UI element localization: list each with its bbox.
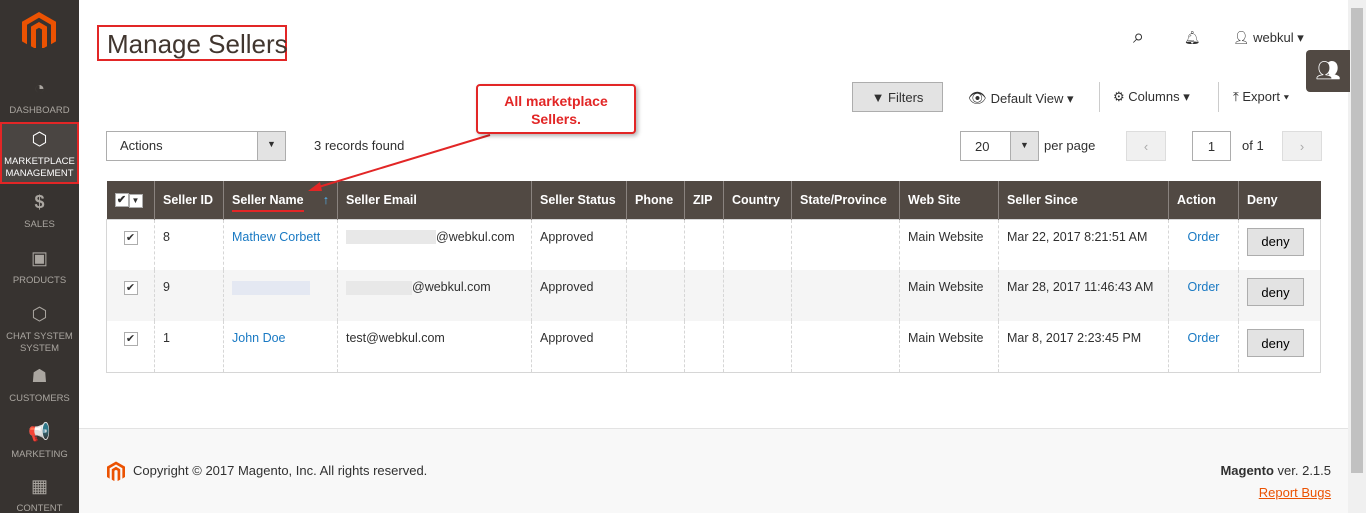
layout-icon: ▦ — [30, 476, 48, 496]
row-checkbox[interactable]: ✔ — [123, 281, 138, 295]
seller-id: 9 — [154, 270, 224, 321]
funnel-icon: ▼ — [871, 89, 889, 105]
seller-since: Mar 22, 2017 8:21:51 AM — [998, 219, 1169, 270]
gear-icon: ⚙ — [1113, 89, 1125, 104]
view-dropdown[interactable]: 👁︎ Default View ▾ — [968, 89, 1074, 107]
col-action: Action — [1168, 181, 1239, 219]
filters-button[interactable]: ▼ Filters — [852, 82, 943, 112]
table-row: ✔ 9 @webkul.com Approved Main Website Ma… — [106, 270, 1321, 321]
seller-status: Approved — [531, 219, 627, 270]
col-seller-status[interactable]: Seller Status — [531, 181, 627, 219]
website: Main Website — [899, 270, 999, 321]
deny-button[interactable]: deny — [1247, 227, 1304, 256]
box-icon: ▣ — [30, 248, 48, 268]
bell-icon[interactable]: 🔔︎ — [1184, 30, 1201, 46]
page-input[interactable]: 1 — [1192, 131, 1231, 161]
nav-marketplace-management[interactable]: ⬡ MARKETPLACE MANAGEMENT — [0, 122, 79, 184]
divider — [1218, 82, 1219, 112]
sellers-table: ✔ ▼ Seller ID Seller Name ↑ Seller Email S… — [106, 181, 1321, 373]
annotation-arrow — [308, 134, 491, 191]
col-phone[interactable]: Phone — [626, 181, 685, 219]
nav-marketing[interactable]: 📢 MARKETING — [0, 422, 79, 461]
nav-chat-system[interactable]: ⬡ CHAT SYSTEM SYSTEM — [0, 304, 79, 355]
export-dropdown[interactable]: ⤒ Export ▾ — [1233, 89, 1289, 105]
page-total: of 1 — [1242, 138, 1264, 153]
col-seller-id[interactable]: Seller ID — [154, 181, 224, 219]
magento-logo[interactable] — [22, 12, 56, 48]
scrollbar-thumb[interactable] — [1351, 8, 1363, 473]
dashboard-icon: ◔ — [34, 78, 45, 98]
col-deny: Deny — [1238, 181, 1321, 219]
seller-status: Approved — [531, 270, 627, 321]
chevron-down-icon[interactable]: ▼ — [128, 193, 143, 208]
actions-select[interactable]: Actions ▼ — [106, 131, 286, 161]
seller-email: @webkul.com — [337, 219, 532, 270]
order-link[interactable]: Order — [1188, 280, 1220, 294]
page-title: Manage Sellers — [97, 25, 288, 61]
nav-dashboard[interactable]: ◔ DASHBOARD — [0, 78, 79, 117]
nav-content[interactable]: ▦ CONTENT — [0, 476, 79, 515]
dollar-icon: $ — [34, 192, 45, 212]
hexagon-icon: ⬡ — [31, 304, 48, 324]
report-bugs-link[interactable]: Report Bugs — [1259, 485, 1331, 500]
order-link[interactable]: Order — [1188, 230, 1220, 244]
seller-status: Approved — [531, 321, 627, 372]
table-row: ✔ 8 Mathew Corbett @webkul.com Approved … — [107, 219, 1321, 270]
export-icon: ⤒ — [1233, 89, 1239, 104]
version: Magento ver. 2.1.5 — [1220, 463, 1331, 478]
annotation-callout: All marketplace Sellers. — [476, 84, 636, 134]
nav-products[interactable]: ▣ PRODUCTS — [0, 248, 79, 287]
footer: Copyright © 2017 Magento, Inc. All right… — [79, 428, 1348, 513]
nav-sales[interactable]: $ SALES — [0, 192, 79, 231]
redacted-blur — [346, 280, 412, 295]
seller-name-link[interactable]: Mathew Corbett — [232, 230, 320, 244]
eye-icon: 👁︎ — [968, 90, 988, 107]
seller-id: 8 — [154, 219, 224, 270]
chevron-down-icon: ▼ — [257, 132, 285, 160]
seller-email: @webkul.com — [337, 270, 532, 321]
nav-customers[interactable]: ☗ CUSTOMERS — [0, 366, 79, 405]
megaphone-icon: 📢 — [28, 422, 51, 442]
deny-button[interactable]: deny — [1247, 329, 1304, 357]
divider — [1099, 82, 1100, 112]
col-state[interactable]: State/Province — [791, 181, 900, 219]
person-icon: ☗ — [31, 366, 48, 386]
seller-since: Mar 8, 2017 2:23:45 PM — [998, 321, 1169, 372]
seller-name-link[interactable]: John Doe — [232, 331, 286, 345]
chevron-down-icon: ▼ — [1010, 132, 1038, 160]
users-panel-icon[interactable]: 👥︎ — [1306, 50, 1350, 92]
col-country[interactable]: Country — [723, 181, 792, 219]
search-icon[interactable]: ⌕ — [1133, 26, 1144, 49]
prev-page-button[interactable]: ‹ — [1126, 131, 1166, 161]
row-checkbox[interactable]: ✔ — [123, 332, 138, 346]
col-website[interactable]: Web Site — [899, 181, 999, 219]
copyright: Copyright © 2017 Magento, Inc. All right… — [133, 463, 428, 478]
next-page-button[interactable]: › — [1282, 131, 1322, 161]
seller-since: Mar 28, 2017 11:46:43 AM — [998, 270, 1169, 321]
hexagon-icon: ⬡ — [31, 129, 48, 149]
deny-button[interactable]: deny — [1247, 278, 1304, 306]
redacted-blur — [232, 280, 310, 295]
per-page-label: per page — [1044, 138, 1096, 153]
user-menu[interactable]: 👤︎ webkul ▾ — [1233, 30, 1304, 46]
seller-id: 1 — [154, 321, 224, 372]
seller-email: test@webkul.com — [337, 321, 532, 372]
col-seller-since[interactable]: Seller Since — [998, 181, 1169, 219]
columns-dropdown[interactable]: ⚙ Columns ▾ — [1113, 89, 1190, 105]
website: Main Website — [899, 321, 999, 372]
magento-logo — [107, 461, 125, 481]
select-all-header[interactable]: ✔ ▼ — [106, 181, 155, 219]
sidebar: ◔ DASHBOARD ⬡ MARKETPLACE MANAGEMENT $ SALE… — [0, 0, 79, 515]
select-all-checkbox[interactable]: ✔ — [114, 192, 129, 207]
table-row: ✔ 1 John Doe test@webkul.com Approved Ma… — [107, 321, 1321, 372]
row-checkbox[interactable]: ✔ — [123, 230, 138, 245]
website: Main Website — [899, 219, 999, 270]
redacted-blur — [346, 230, 436, 245]
col-zip[interactable]: ZIP — [684, 181, 724, 219]
user-icon: 👤︎ — [1233, 30, 1250, 45]
per-page-select[interactable]: 20 ▼ — [960, 131, 1039, 161]
order-link[interactable]: Order — [1188, 331, 1220, 345]
